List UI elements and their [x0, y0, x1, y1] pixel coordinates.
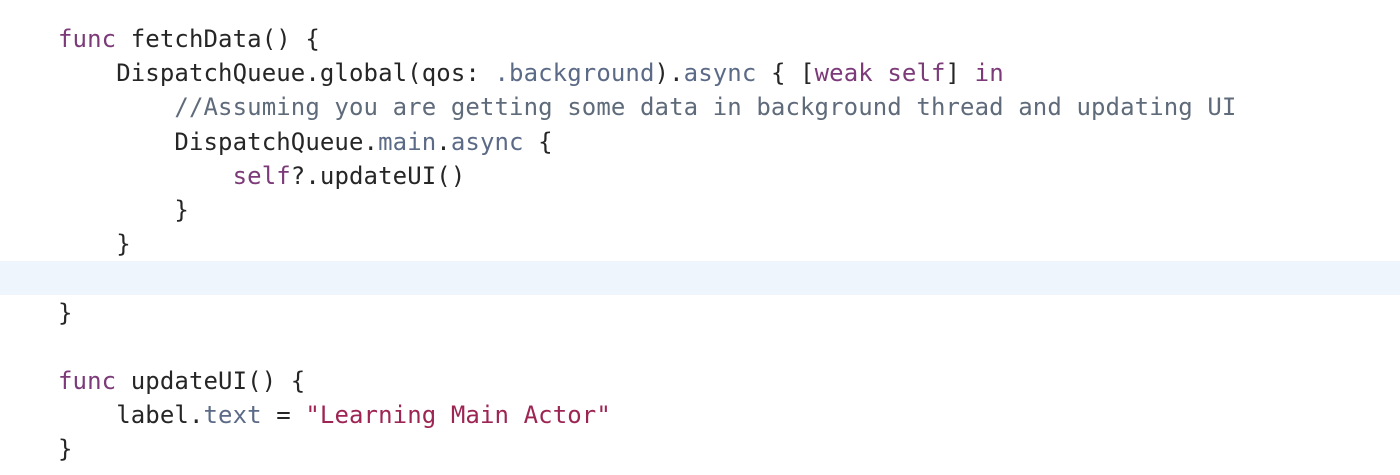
code-line[interactable]: DispatchQueue.main.async {: [0, 125, 1400, 159]
code-token: //Assuming you are getting some data in …: [58, 93, 1237, 122]
code-token: in: [974, 59, 1004, 88]
code-editor[interactable]: func fetchData() { DispatchQueue.global(…: [0, 22, 1400, 472]
code-token: .: [436, 127, 451, 156]
code-token: }: [58, 196, 189, 224]
code-token: =: [261, 401, 306, 430]
code-token: ]: [945, 59, 975, 88]
code-token: func: [58, 367, 117, 395]
code-token: "Learning Main Actor": [305, 401, 611, 430]
code-line-text: func fetchData() {: [58, 22, 320, 56]
code-token: updateUI() {: [116, 367, 306, 395]
code-token: weak self: [814, 59, 946, 88]
code-line-text: }: [58, 432, 73, 466]
code-line-text: DispatchQueue.main.async {: [58, 125, 553, 159]
code-line[interactable]: label.text = "Learning Main Actor": [0, 398, 1400, 432]
code-line[interactable]: [0, 330, 1400, 364]
code-token: func: [58, 25, 117, 53]
code-line-text: DispatchQueue.global(qos: .background).a…: [58, 56, 1004, 90]
code-line[interactable]: }: [0, 227, 1400, 261]
code-line-text: label.text = "Learning Main Actor": [58, 398, 611, 432]
code-line[interactable]: }: [0, 296, 1400, 330]
code-line-text: }: [58, 227, 131, 261]
code-token: DispatchQueue.: [58, 127, 379, 156]
code-line-text: }: [58, 296, 73, 330]
code-token: async: [450, 127, 524, 156]
code-token: DispatchQueue.global(qos:: [58, 59, 495, 88]
code-token: { [: [756, 59, 815, 88]
code-token: }: [58, 230, 131, 259]
code-token: fetchData() {: [116, 25, 320, 53]
code-line-text: }: [58, 193, 189, 227]
code-line[interactable]: func fetchData() {: [0, 22, 1400, 56]
code-line[interactable]: //Assuming you are getting some data in …: [0, 90, 1400, 124]
code-token: }: [58, 298, 73, 327]
code-line[interactable]: DispatchQueue.global(qos: .background).a…: [0, 56, 1400, 90]
code-token: main: [378, 127, 437, 156]
code-line[interactable]: }: [0, 432, 1400, 466]
current-code-line[interactable]: [0, 261, 1400, 296]
code-token: label.: [58, 401, 204, 430]
code-line[interactable]: self?.updateUI(): [0, 159, 1400, 193]
code-token: text: [203, 401, 262, 430]
code-token: ?.updateUI(): [290, 161, 466, 190]
code-line-text: func updateUI() {: [58, 364, 305, 398]
code-line-text: //Assuming you are getting some data in …: [58, 90, 1237, 124]
code-token: {: [523, 127, 553, 156]
code-editor-page: { "editor": { "current_line_index": 7, "…: [0, 0, 1400, 475]
code-token: self: [232, 161, 291, 190]
code-line-text: self?.updateUI(): [58, 159, 466, 193]
code-token: }: [58, 435, 73, 464]
code-line[interactable]: }: [0, 193, 1400, 227]
code-token: async: [683, 59, 757, 88]
code-token: ).: [654, 59, 684, 88]
code-token: .background: [494, 59, 655, 88]
code-line[interactable]: func updateUI() {: [0, 364, 1400, 398]
